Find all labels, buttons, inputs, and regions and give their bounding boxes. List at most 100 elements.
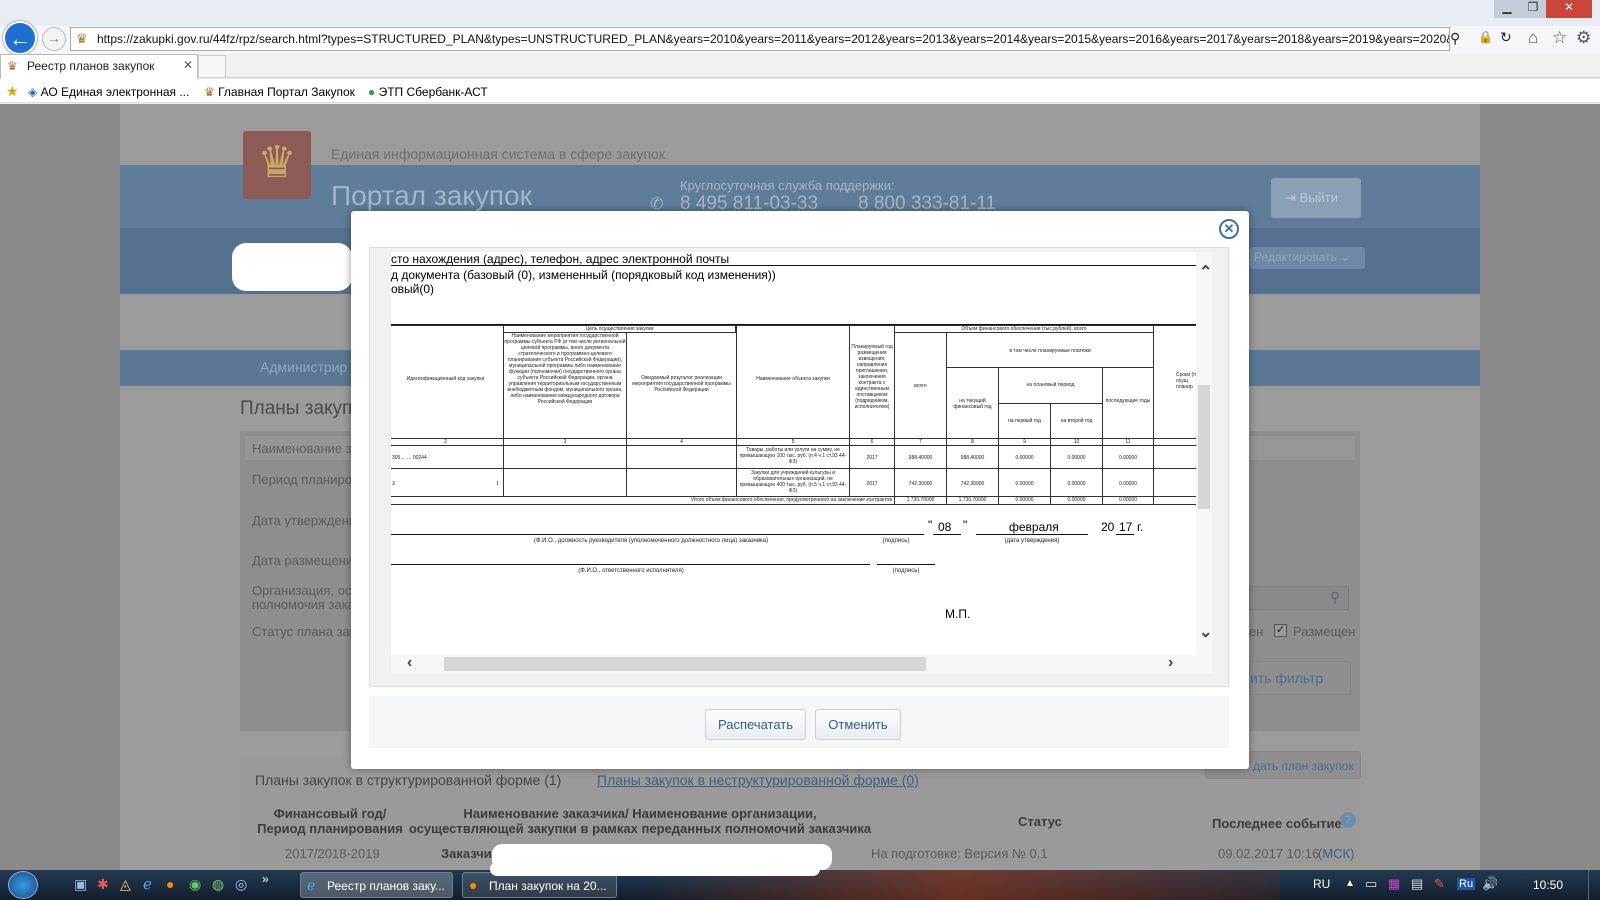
close-window-button[interactable]: ✕ — [1546, 0, 1592, 18]
date-quote-close: " — [963, 518, 968, 532]
ees-logo-icon: ◈ — [28, 85, 38, 99]
total-total: 1 730.70000 — [894, 496, 947, 505]
tab-close-icon[interactable]: ✕ — [183, 58, 193, 72]
tab-structured-plans[interactable]: Планы закупок в структурированной форме … — [255, 772, 561, 788]
scroll-left-arrow[interactable]: ‹ — [407, 654, 412, 672]
favorite-label-3: ЭТП Сбербанк-АСТ — [378, 85, 488, 99]
row-status: На подготовке: Версия № 0.1 — [871, 846, 1048, 861]
dialog-close-button[interactable]: ✕ — [1219, 219, 1239, 239]
scroll-down-arrow[interactable]: ⌄ — [1199, 622, 1212, 642]
language-indicator[interactable]: RU — [1313, 877, 1330, 891]
show-desktop-button[interactable] — [1588, 870, 1600, 900]
row-customer[interactable]: Заказчик — [441, 846, 498, 861]
maximize-button[interactable]: ❐ — [1520, 0, 1546, 18]
favorites-bar-star-icon[interactable]: ★ — [6, 83, 19, 100]
forward-button[interactable]: → — [42, 27, 66, 51]
pinned-app-icon-8[interactable]: ◎ — [235, 876, 247, 893]
favorite-link-3[interactable]: ● ЭТП Сбербанк-АСТ — [368, 85, 488, 99]
tab-favicon-icon: ♛ — [7, 59, 18, 73]
ie-icon[interactable]: ℯ — [143, 875, 152, 893]
total-label: Итого объем финансового обеспечения, пре… — [391, 496, 895, 505]
site-favicon-icon: ♛ — [76, 31, 88, 46]
pinned-app-icon-2[interactable]: ✱ — [97, 876, 109, 893]
favorite-link-2[interactable]: ♛ Главная Портал Закупок — [204, 85, 355, 99]
cancel-button[interactable]: Отменить — [815, 709, 901, 740]
th-first: на первый год — [998, 403, 1051, 439]
favorite-link-1[interactable]: ◈ АО Единая электронная ... — [28, 85, 189, 99]
tab-unstructured-plans[interactable]: Планы закупок в неструктурированной форм… — [597, 772, 919, 788]
filter-label-approve-date: Дата утверждени — [252, 513, 357, 528]
pinned-app-icon-7[interactable]: ◍ — [212, 876, 224, 893]
nav-administration[interactable]: Администрир — [260, 359, 347, 375]
caption-executor-signature: (подпись) — [892, 568, 920, 574]
total-second: 0.00000 — [1050, 496, 1103, 505]
keyboard-layout-indicator[interactable]: Ru — [1457, 878, 1476, 890]
create-plan-label: дать план закупок — [1253, 759, 1354, 773]
start-button[interactable] — [8, 871, 38, 899]
th-id: Идентификационный код закупки — [391, 325, 504, 439]
year-underline — [1116, 534, 1134, 535]
clock[interactable]: 10:50 — [1533, 878, 1563, 892]
sign-line-executor-phone — [736, 564, 870, 565]
home-icon[interactable]: ⌂ — [1528, 28, 1538, 48]
apply-filter-button[interactable]: ить фильтр — [1249, 661, 1351, 695]
caption-executor: (Ф.И.О., ответственного исполнителя) — [578, 568, 684, 574]
approval-year-suffix: 17 — [1119, 520, 1133, 534]
edit-label: Редактировать — [1254, 250, 1337, 264]
horizontal-scroll-thumb[interactable] — [444, 657, 926, 671]
row1-terms — [1153, 445, 1196, 469]
pinned-app-icon-1[interactable]: ▣ — [74, 876, 87, 893]
th-next: последующие годы — [1102, 367, 1154, 439]
tab-row — [0, 54, 1600, 78]
sign-line-executor-signature — [877, 564, 935, 565]
tray-icon-4[interactable]: ✎ — [1434, 876, 1445, 892]
favorite-label-2: Главная Портал Закупок — [218, 85, 355, 99]
show-hidden-icons[interactable]: ▲ — [1345, 878, 1355, 889]
back-button[interactable]: ← — [3, 21, 37, 55]
approval-year-prefix: 20 — [1101, 520, 1115, 534]
logout-icon: ⇥ — [1285, 190, 1296, 205]
row1-year: 2017 — [849, 445, 895, 469]
chrome-icon[interactable]: ◉ — [189, 876, 201, 893]
logout-button[interactable]: ⇥ Выйти — [1271, 178, 1361, 218]
row2-result — [626, 468, 737, 497]
vertical-scroll-thumb[interactable] — [1198, 385, 1210, 509]
plan-table: Идентификационный код закупки Цель осуще… — [391, 325, 1196, 505]
th-second: на второй год — [1050, 403, 1103, 439]
minimize-button[interactable]: ▁ — [1494, 0, 1520, 18]
help-icon[interactable]: ? — [1340, 812, 1356, 828]
pinned-app-icon-3[interactable]: ◬ — [120, 876, 131, 893]
user-name-redacted — [232, 243, 352, 291]
status-placed-checkbox[interactable]: ✓ — [1274, 624, 1287, 637]
lock-icon[interactable]: 🔒 — [1478, 30, 1493, 44]
organization-search-field[interactable]: ⚲ — [1249, 586, 1349, 610]
tray-icon-3[interactable]: ▤ — [1411, 876, 1423, 892]
tray-icon-2[interactable]: ▦ — [1388, 876, 1400, 892]
browser-tab-active[interactable]: ♛ Реестр планов закупок ✕ — [0, 54, 198, 79]
eis-title: Единая информационная система в сфере за… — [331, 146, 665, 162]
task-ie-icon: ℯ — [307, 877, 316, 893]
print-button[interactable]: Распечатать — [705, 709, 806, 740]
refresh-icon[interactable]: ↻ — [1500, 29, 1512, 46]
taskbar-task-ie[interactable]: ℯ Реестр планов заку... — [300, 872, 453, 898]
approval-day: 08 — [938, 520, 952, 534]
scroll-up-arrow[interactable]: ⌃ — [1199, 262, 1212, 282]
new-tab-button[interactable] — [198, 55, 226, 78]
tray-icon-1[interactable]: ▭ — [1365, 876, 1377, 892]
address-field[interactable]: ♛ https://zakupki.gov.ru/44fz/rpz/search… — [70, 27, 1450, 51]
row2-current: 742.30000 — [946, 468, 999, 497]
search-icon[interactable]: ⚲ — [1450, 30, 1460, 47]
scroll-right-arrow[interactable]: › — [1168, 654, 1173, 672]
gear-icon[interactable]: ⚙ — [1576, 28, 1591, 48]
th-object: Наименование объекта закупки — [736, 325, 850, 439]
volume-icon[interactable]: 🔊 — [1482, 876, 1498, 892]
edit-profile-link[interactable]: Редактировать ⌄ — [1250, 247, 1365, 269]
doc-type-line: д документа (базовый (0), измененный (по… — [391, 268, 776, 282]
sign-line-signature — [866, 534, 924, 535]
taskbar-overflow-icon[interactable]: » — [262, 872, 269, 886]
filter-label-publish-date: Дата размещения — [252, 553, 361, 568]
firefox-icon[interactable]: ● — [166, 876, 174, 892]
favorites-star-icon[interactable]: ☆ — [1552, 28, 1567, 48]
task-ie-label: Реестр планов заку... — [327, 879, 445, 893]
approval-year-unit: г. — [1137, 520, 1144, 534]
